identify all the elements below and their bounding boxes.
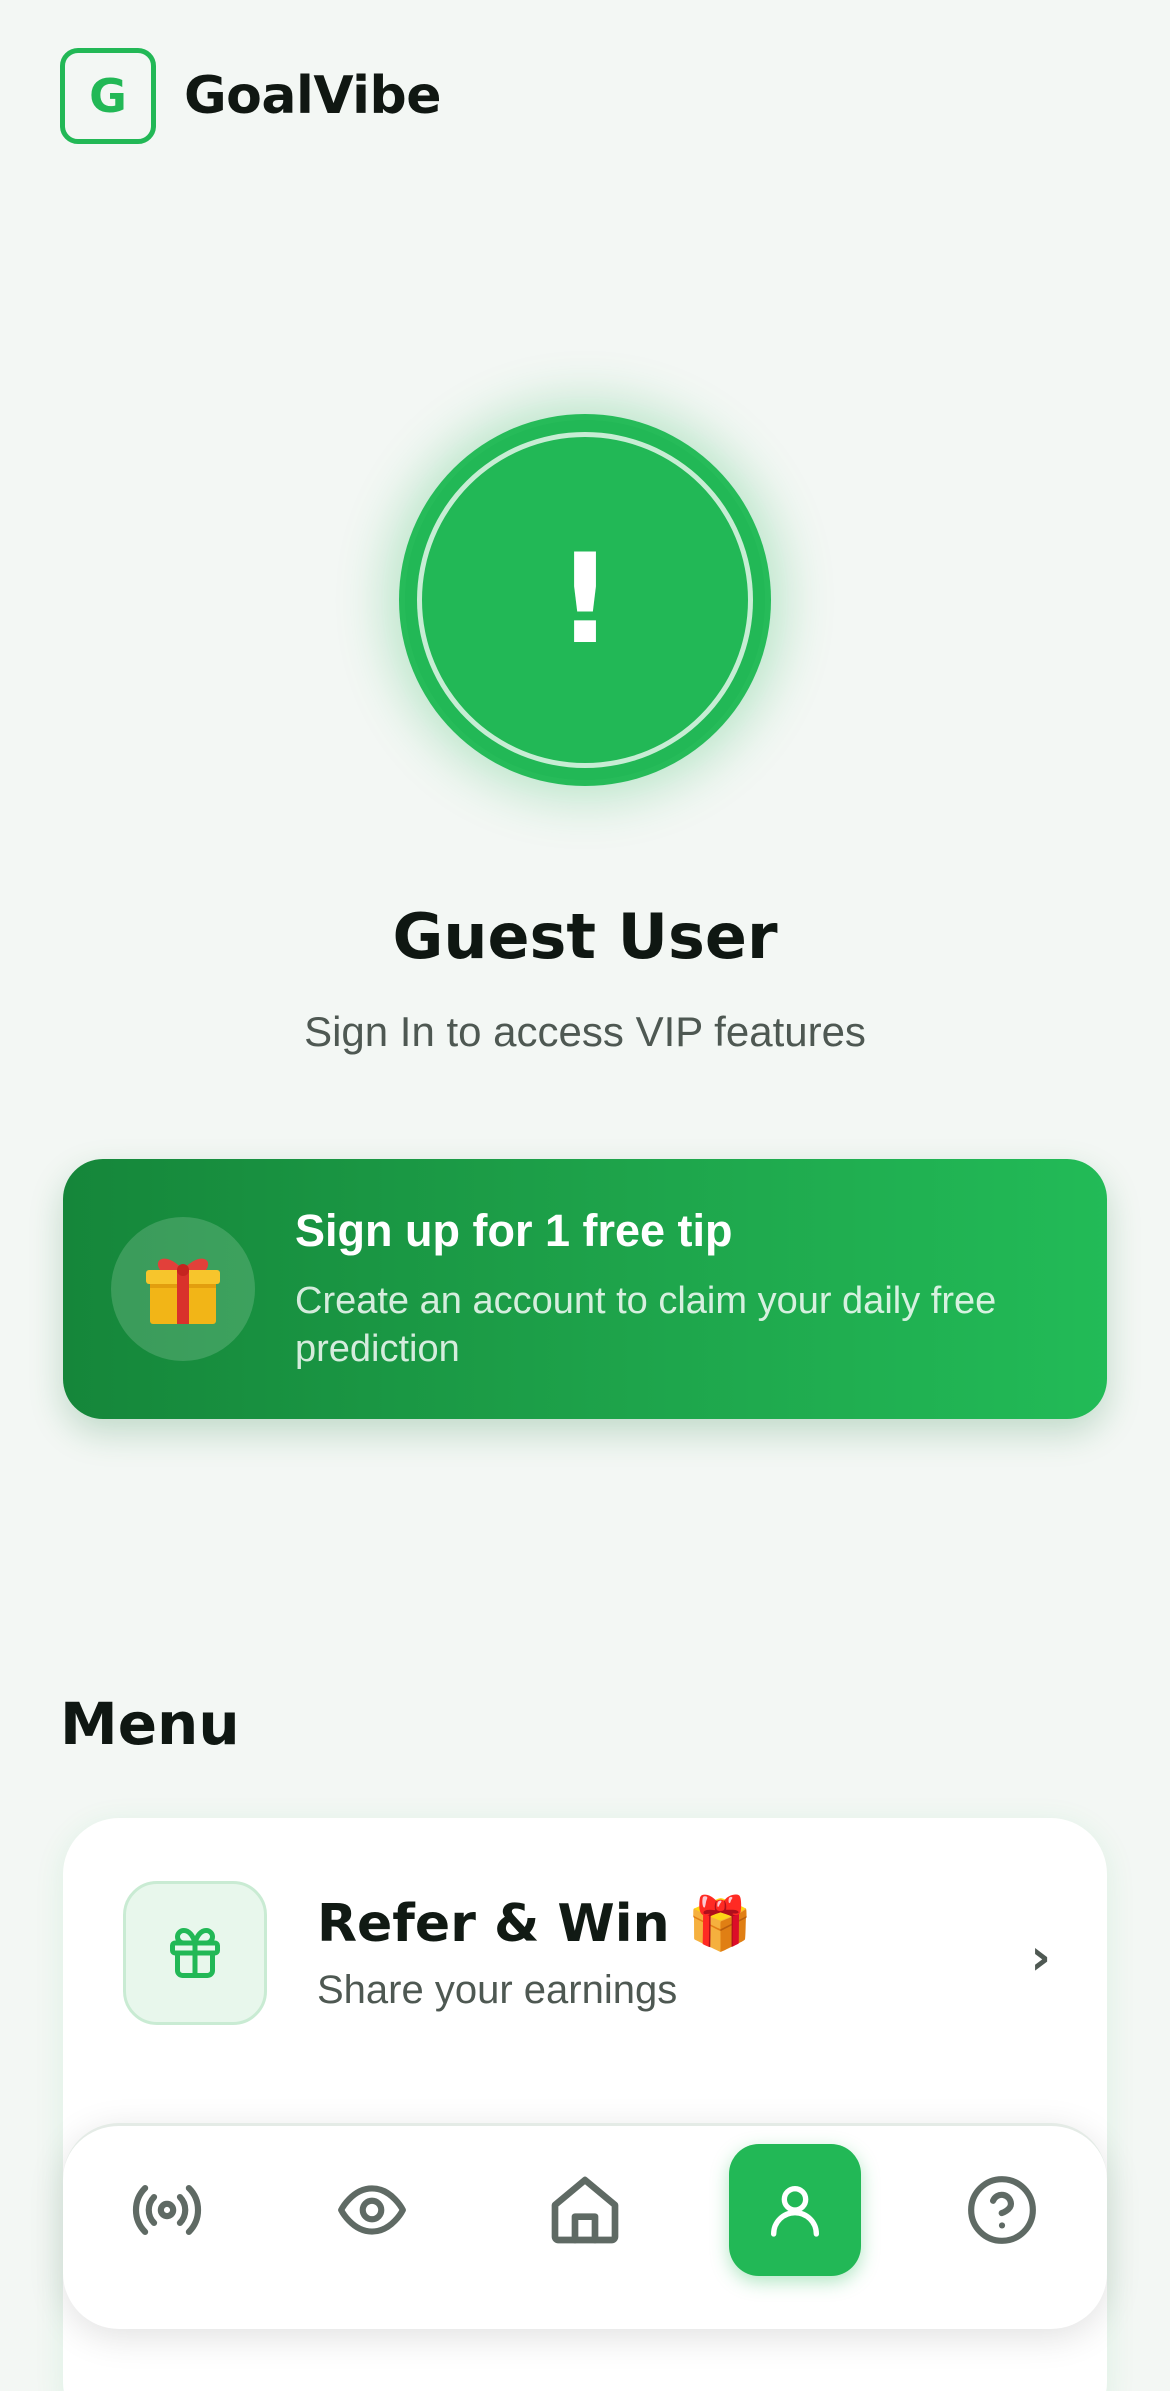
eye-icon bbox=[338, 2185, 406, 2235]
bottom-nav bbox=[63, 2123, 1107, 2329]
avatar-ring: ! bbox=[417, 432, 753, 768]
logo-letter: G bbox=[89, 69, 127, 123]
profile-icon bbox=[771, 2186, 819, 2237]
user-subtitle: Sign In to access VIP features bbox=[304, 1008, 866, 1055]
nav-profile-button[interactable] bbox=[729, 2144, 861, 2276]
help-icon bbox=[968, 2176, 1036, 2244]
app-name: GoalVibe bbox=[184, 66, 441, 126]
menu-heading: Menu bbox=[60, 1690, 240, 1758]
gift-icon bbox=[123, 1881, 267, 2025]
app-logo: G bbox=[60, 48, 156, 144]
app-header: G GoalVibe bbox=[60, 48, 441, 144]
user-name: Guest User bbox=[392, 900, 778, 973]
home-icon bbox=[551, 2176, 619, 2244]
exclamation-icon: ! bbox=[556, 528, 614, 672]
menu-item-title: Refer & Win 🎁 bbox=[317, 1894, 753, 1954]
promo-description: Create an account to claim your daily fr… bbox=[295, 1280, 997, 1370]
signup-promo-banner[interactable]: Sign up for 1 free tip Create an account… bbox=[63, 1159, 1107, 1419]
nav-help-button[interactable] bbox=[936, 2144, 1068, 2276]
menu-item-subtitle: Share your earnings bbox=[317, 1968, 678, 2012]
live-broadcast-icon bbox=[132, 2185, 202, 2235]
nav-home-button[interactable] bbox=[519, 2144, 651, 2276]
nav-live-button[interactable] bbox=[101, 2144, 233, 2276]
promo-text: Sign up for 1 free tip Create an account… bbox=[295, 1205, 1015, 1373]
nav-watch-button[interactable] bbox=[306, 2144, 438, 2276]
promo-title: Sign up for 1 free tip bbox=[295, 1205, 733, 1256]
menu-item-refer-win[interactable]: Refer & Win 🎁 Share your earnings › bbox=[63, 1878, 1107, 2028]
gift-emoji-icon bbox=[111, 1217, 255, 1361]
guest-avatar: ! bbox=[405, 420, 765, 780]
chevron-right-icon: › bbox=[1030, 1928, 1051, 1986]
menu-item-text: Refer & Win 🎁 Share your earnings bbox=[317, 1893, 752, 2013]
